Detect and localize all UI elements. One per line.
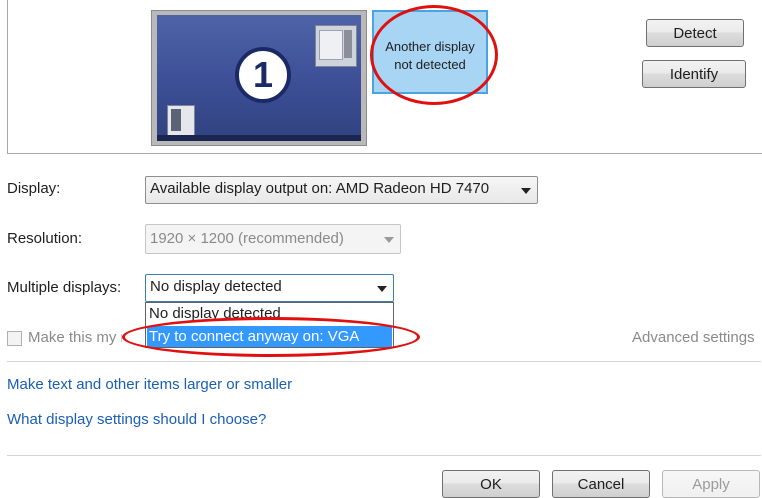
main-display-checkbox [7,331,22,346]
larger-text-link[interactable]: Make text and other items larger or smal… [7,376,292,393]
window-thumbnail-icon [167,105,195,137]
advanced-settings-link[interactable]: Advanced settings [632,329,755,346]
multiple-displays-select[interactable]: No display detected [145,274,394,302]
main-display-label: Make this my main display [28,329,122,346]
divider [7,455,761,456]
divider [7,361,761,362]
annotation-circle [370,5,498,105]
chevron-down-icon [521,188,531,194]
chevron-down-icon [384,237,394,243]
multiple-displays-label: Multiple displays: [7,279,122,296]
monitor-number-badge: 1 [235,47,291,103]
display-settings-help-link[interactable]: What display settings should I choose? [7,411,266,428]
monitor-number: 1 [252,54,274,95]
detect-button[interactable]: Detect [646,19,744,47]
display-label: Display: [7,180,61,197]
ok-button[interactable]: OK [442,470,540,498]
resolution-select: 1920 × 1200 (recommended) [145,224,401,254]
multiple-displays-value: No display detected [150,278,282,295]
window-thumbnail-icon [315,25,357,67]
identify-button[interactable]: Identify [642,60,746,88]
annotation-circle [122,317,420,357]
monitor-1[interactable]: 1 [151,10,367,146]
display-select-value: Available display output on: AMD Radeon … [150,180,490,197]
resolution-select-value: 1920 × 1200 (recommended) [150,230,344,247]
chevron-down-icon [377,286,387,292]
monitor-1-screen: 1 [157,15,361,141]
cancel-button[interactable]: Cancel [552,470,650,498]
resolution-label: Resolution: [7,230,83,247]
taskbar [157,135,361,141]
display-select[interactable]: Available display output on: AMD Radeon … [145,176,538,204]
apply-button: Apply [662,470,760,498]
